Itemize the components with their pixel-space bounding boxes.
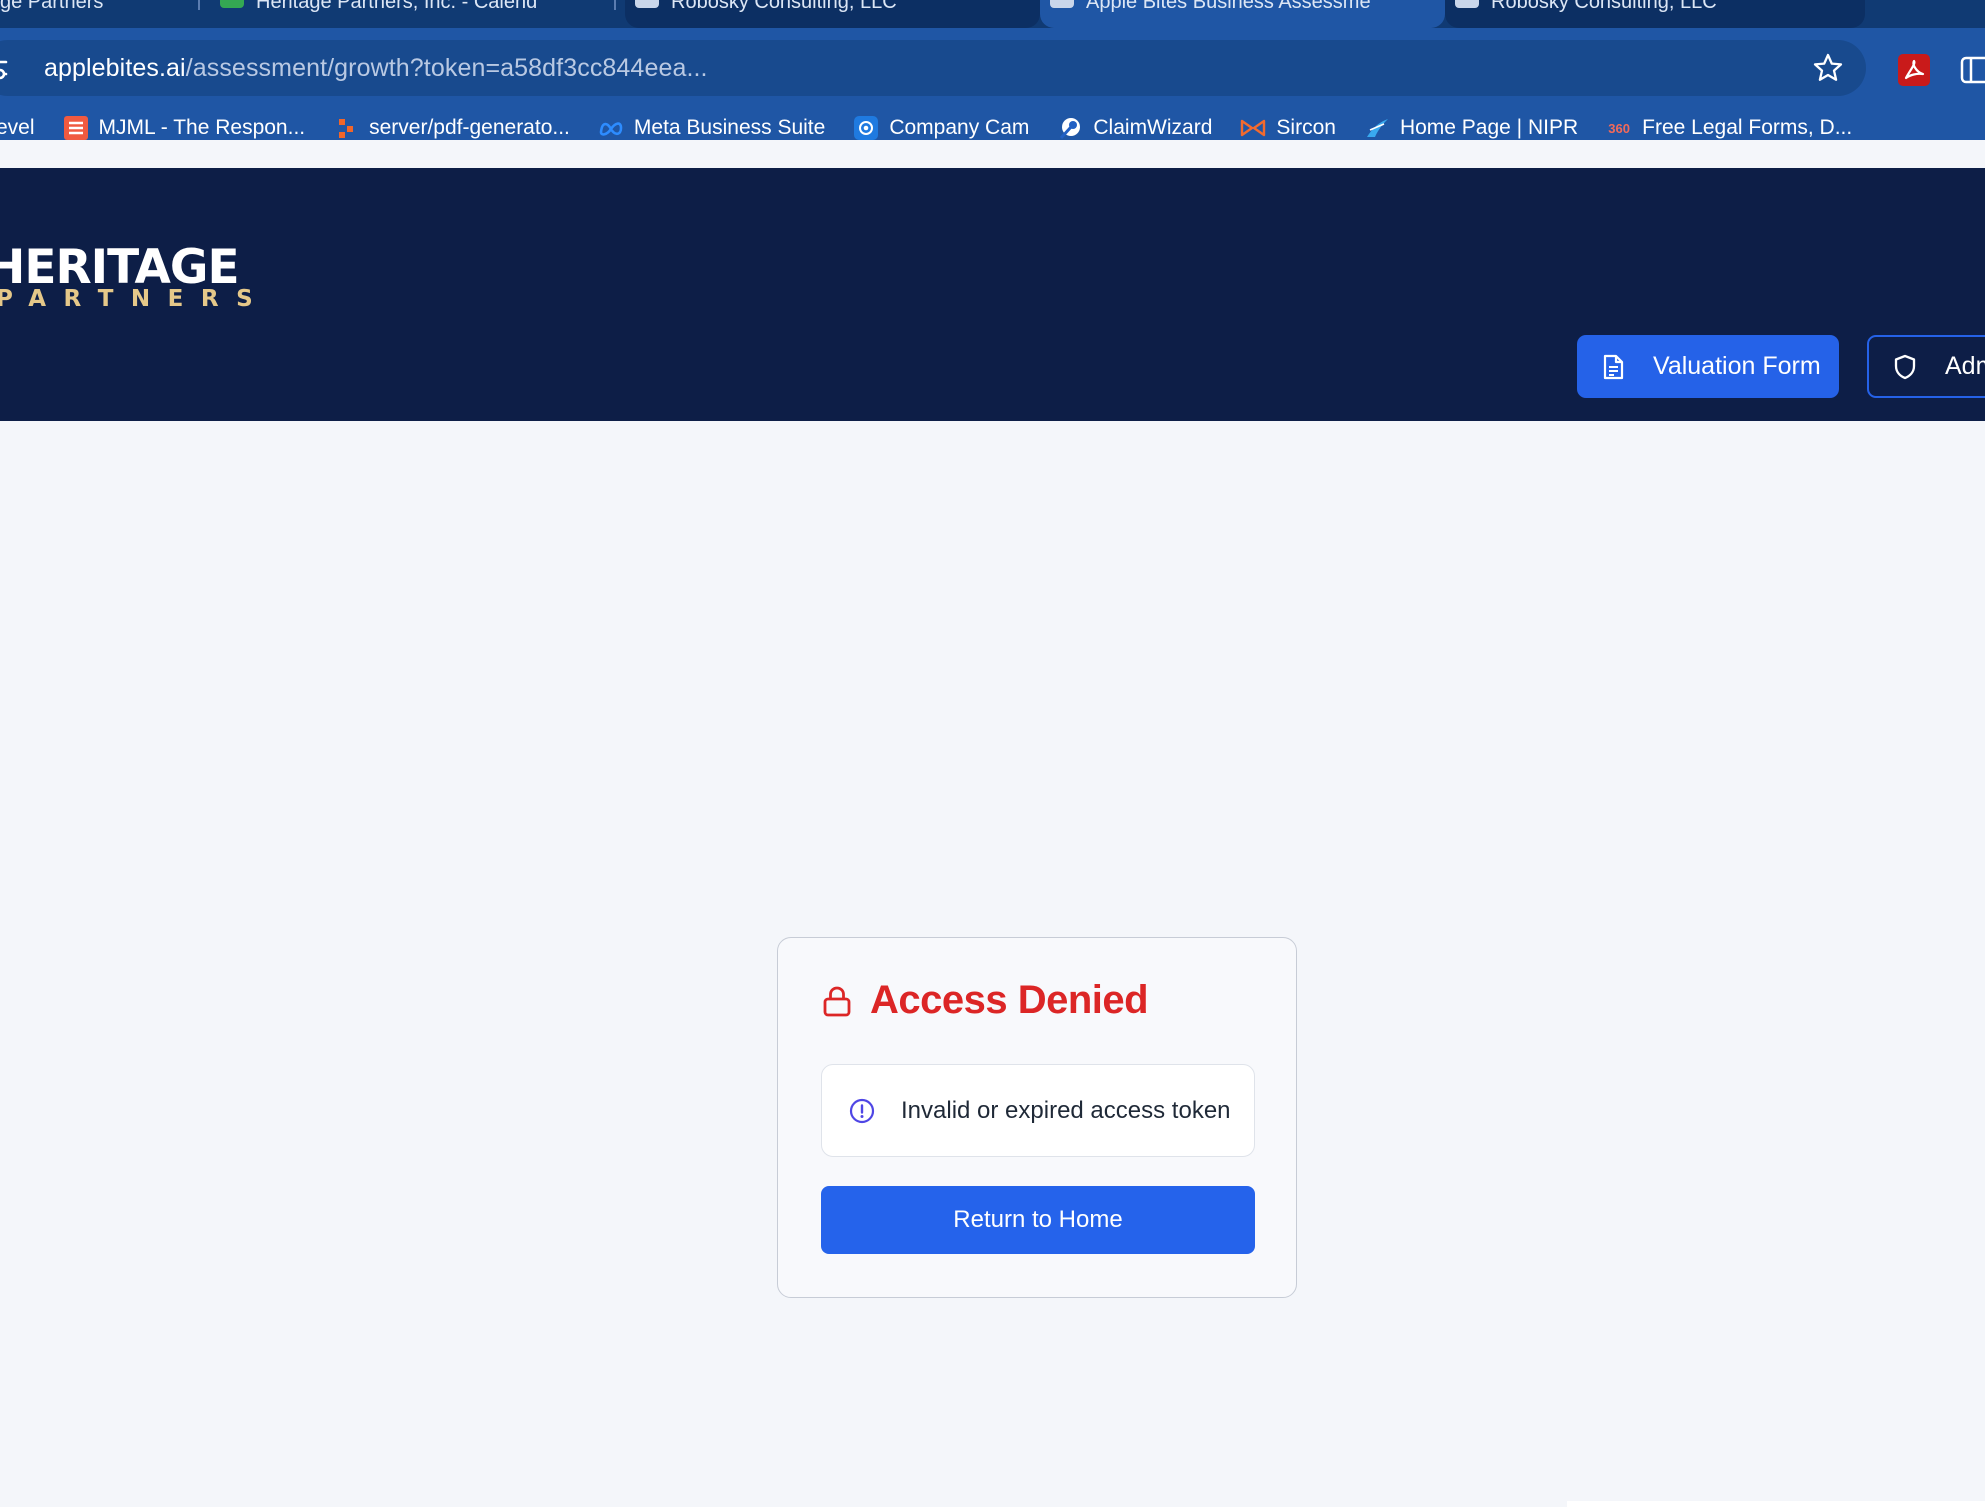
bookmark-item[interactable]: Sircon (1240, 106, 1336, 150)
tab-separator (198, 0, 200, 10)
bookmark-label: Meta Business Suite (633, 116, 826, 139)
360-icon: 360 (1608, 120, 1630, 136)
bookmark-label: evel (0, 116, 35, 139)
return-home-button[interactable]: Return to Home (821, 1186, 1255, 1254)
app-header: HERITAGE PARTNERS Valuation Form Admin (0, 168, 1985, 421)
error-alert: Invalid or expired access token (821, 1064, 1255, 1157)
url-host: applebites.ai (44, 54, 186, 82)
browser-toolbar: applebites.ai/assessment/growth?token=a5… (0, 28, 1985, 140)
bookmark-label: MJML - The Respon... (98, 116, 306, 139)
admin-button[interactable]: Admin (1867, 335, 1985, 398)
tab-label: Apple Bites Business Assessme (1086, 0, 1371, 13)
browser-tab[interactable]: ge Partners (0, 0, 150, 28)
alert-message: Invalid or expired access token (901, 1096, 1231, 1124)
bookmark-star-icon[interactable] (1812, 52, 1844, 84)
wizard-icon (1057, 115, 1083, 141)
browser-tab[interactable]: Robosky Consulting, LLC (1445, 0, 1865, 28)
browser-tabstrip: ge Partners Heritage Partners, Inc. - Ca… (0, 0, 1985, 28)
valuation-form-label: Valuation Form (1653, 352, 1821, 380)
tab-label: ge Partners (0, 0, 104, 13)
bookmark-label: ClaimWizard (1093, 116, 1213, 139)
lock-icon (823, 986, 851, 1016)
acrobat-extension-icon[interactable] (1898, 54, 1930, 86)
url-text[interactable]: applebites.ai/assessment/growth?token=a5… (44, 54, 708, 83)
site-info-icon[interactable] (0, 53, 10, 83)
mjml-icon (63, 115, 89, 141)
camera-icon (853, 115, 879, 141)
shield-icon (1894, 354, 1916, 379)
bookmarks-bar: evel MJML - The Respon... server/pdf-gen… (0, 106, 1985, 150)
bookmark-item[interactable]: ClaimWizard (1057, 106, 1212, 150)
tab-label: Heritage Partners, Inc. - Calend (256, 0, 538, 13)
browser-tab[interactable]: Robosky Consulting, LLC (625, 0, 1040, 28)
sircon-icon (1240, 115, 1266, 141)
address-bar[interactable]: applebites.ai/assessment/growth?token=a5… (0, 40, 1866, 96)
alert-circle-icon (849, 1098, 875, 1123)
calendar-icon (220, 0, 244, 8)
card-header: Access Denied (822, 978, 1149, 1023)
browser-tab[interactable]: Heritage Partners, Inc. - Calend (210, 0, 570, 28)
access-denied-card: Access Denied Invalid or expired access … (777, 937, 1297, 1298)
bookmark-label: server/pdf-generato... (369, 116, 570, 139)
bookmark-item[interactable]: server/pdf-generato... (333, 106, 570, 150)
bookmark-item[interactable]: Company Cam (853, 106, 1029, 150)
bookmark-item[interactable]: Home Page | NIPR (1364, 106, 1578, 150)
tab-separator (614, 0, 616, 10)
bookmark-label: Sircon (1276, 116, 1336, 139)
site-icon (1455, 0, 1479, 8)
url-path: /assessment/growth?token=a58df3cc844eea.… (185, 54, 708, 82)
side-panel-icon[interactable] (1958, 52, 1985, 88)
git-icon (333, 115, 359, 141)
bookmark-label: Free Legal Forms, D... (1642, 116, 1853, 139)
bookmark-label: Company Cam (889, 116, 1030, 139)
bookmark-item[interactable]: evel (0, 106, 35, 150)
bookmark-item[interactable]: MJML - The Respon... (63, 106, 306, 150)
bottom-edge-strip (1567, 1501, 1985, 1507)
tab-label: Robosky Consulting, LLC (671, 0, 897, 13)
bookmark-label: Home Page | NIPR (1399, 116, 1579, 139)
bookmark-item[interactable]: 360 Free Legal Forms, D... (1606, 106, 1852, 150)
valuation-form-button[interactable]: Valuation Form (1577, 335, 1839, 398)
meta-icon (598, 115, 624, 141)
admin-label: Admin (1945, 352, 1985, 380)
site-icon (1050, 0, 1074, 8)
nipr-icon (1364, 115, 1390, 141)
logo-subtitle: PARTNERS (0, 286, 271, 312)
site-icon (635, 0, 659, 8)
document-icon (1603, 354, 1624, 379)
tab-label: Robosky Consulting, LLC (1491, 0, 1717, 13)
bookmark-item[interactable]: Meta Business Suite (598, 106, 825, 150)
browser-tab-active[interactable]: Apple Bites Business Assessme (1040, 0, 1445, 28)
card-title: Access Denied (870, 978, 1149, 1022)
